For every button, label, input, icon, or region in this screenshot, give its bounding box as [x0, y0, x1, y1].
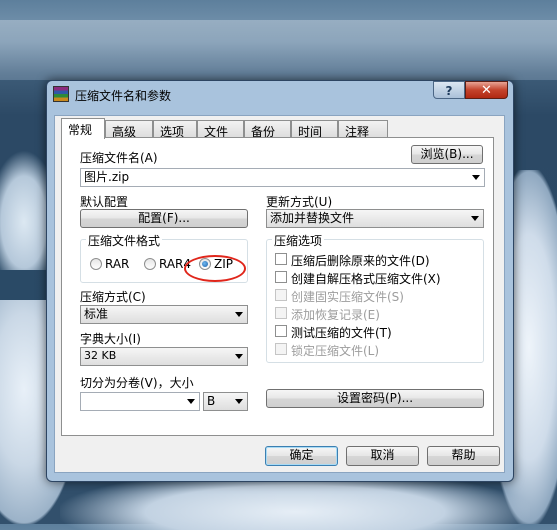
test-label[interactable]: 测试压缩的文件(T) [291, 324, 392, 341]
method-label: 压缩方式(C) [80, 290, 146, 304]
tab-backup[interactable]: 备份 [244, 120, 291, 139]
solid-checkbox [275, 289, 287, 301]
archive-name-input[interactable]: 图片.zip [80, 168, 485, 187]
split-label: 切分为分卷(V)，大小 [80, 376, 194, 390]
dialog-client: 常规 高级 选项 文件 备份 时间 注释 压缩文件名(A) 浏览(B)... 图… [54, 115, 505, 473]
title-bar[interactable]: 压缩文件名和参数 ? ✕ [47, 81, 513, 107]
ok-button[interactable]: 确定 [265, 446, 338, 466]
tab-general[interactable]: 常规 [61, 118, 105, 139]
sfx-checkbox[interactable] [275, 271, 287, 283]
dialog-title: 压缩文件名和参数 [75, 89, 172, 103]
delete-after-checkbox[interactable] [275, 253, 287, 265]
chevron-down-icon[interactable] [471, 216, 479, 221]
rar-radio[interactable] [90, 258, 102, 270]
split-unit-value: B [207, 394, 216, 408]
tab-time[interactable]: 时间 [291, 120, 338, 139]
help-button[interactable]: 帮助 [427, 446, 500, 466]
chevron-down-icon[interactable] [187, 399, 195, 404]
set-password-button[interactable]: 设置密码(P)... [266, 389, 484, 408]
dict-value: 32 KB [84, 349, 117, 362]
chevron-down-icon[interactable] [472, 175, 480, 180]
chevron-down-icon[interactable] [235, 399, 243, 404]
close-icon[interactable]: ✕ [465, 81, 508, 99]
recovery-checkbox [275, 307, 287, 319]
help-icon[interactable]: ? [433, 81, 465, 99]
lock-checkbox [275, 343, 287, 355]
chevron-down-icon[interactable] [235, 312, 243, 317]
update-mode-label: 更新方式(U) [266, 195, 333, 209]
test-checkbox[interactable] [275, 325, 287, 337]
default-profile-label: 默认配置 [80, 195, 129, 209]
rar-label[interactable]: RAR [105, 257, 129, 271]
solid-label: 创建固实压缩文件(S) [291, 290, 404, 304]
general-panel: 压缩文件名(A) 浏览(B)... 图片.zip 默认配置 配置(F)... 更… [61, 137, 494, 436]
archive-dialog: 压缩文件名和参数 ? ✕ 常规 高级 选项 文件 备份 时间 注释 压缩文件名(… [46, 80, 514, 482]
dict-label: 字典大小(I) [80, 332, 141, 346]
recovery-label: 添加恢复记录(E) [291, 308, 380, 322]
tab-comment[interactable]: 注释 [338, 120, 388, 139]
sfx-label[interactable]: 创建自解压格式压缩文件(X) [291, 270, 441, 287]
update-mode-value: 添加并替换文件 [270, 211, 355, 225]
tab-options[interactable]: 选项 [153, 120, 197, 139]
highlight-annotation [184, 255, 246, 282]
chevron-down-icon[interactable] [235, 354, 243, 359]
split-size-input[interactable] [80, 392, 200, 411]
background-mountains [0, 20, 557, 80]
cancel-button[interactable]: 取消 [346, 446, 419, 466]
options-group-title: 压缩选项 [272, 232, 325, 249]
dict-select[interactable]: 32 KB [80, 347, 248, 366]
method-value: 标准 [84, 307, 109, 321]
browse-button[interactable]: 浏览(B)... [411, 145, 483, 164]
rar4-radio[interactable] [144, 258, 156, 270]
tab-files[interactable]: 文件 [197, 120, 244, 139]
tab-advanced[interactable]: 高级 [105, 120, 153, 139]
format-group-title: 压缩文件格式 [86, 232, 163, 249]
lock-label: 锁定压缩文件(L) [291, 344, 380, 358]
archive-name-label: 压缩文件名(A) [80, 151, 158, 165]
split-unit-select[interactable]: B [203, 392, 248, 411]
profiles-button[interactable]: 配置(F)... [80, 209, 248, 228]
update-mode-select[interactable]: 添加并替换文件 [266, 209, 484, 228]
winrar-app-icon [53, 86, 69, 102]
delete-after-label[interactable]: 压缩后删除原来的文件(D) [291, 252, 430, 269]
method-select[interactable]: 标准 [80, 305, 248, 324]
archive-name-value: 图片.zip [84, 170, 130, 184]
